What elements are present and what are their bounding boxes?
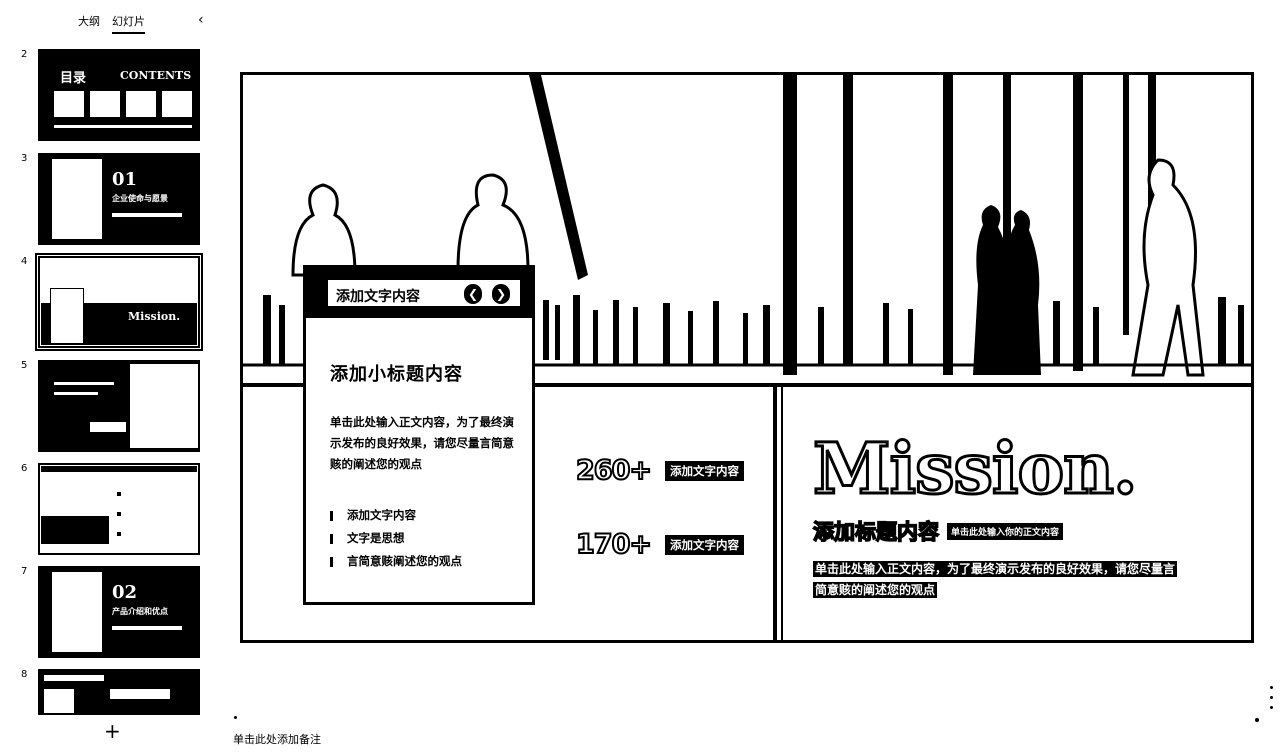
card-subtitle: 添加小标题内容 xyxy=(330,364,463,385)
card-header: 添加文字内容 ❮ ❯ xyxy=(306,268,532,318)
thumbnail-bullet xyxy=(116,511,122,517)
chevron-right-icon[interactable]: ❯ xyxy=(492,284,510,304)
slide-panel: 大纲 幻灯片 ‹ 2 目录 CONTENTS 3 01 企业使命与愿景 4 Mi… xyxy=(0,0,218,755)
stat-item: 170+ 添加文字内容 xyxy=(575,528,744,561)
info-card: 添加文字内容 ❮ ❯ 添加小标题内容 单击此处输入正文内容，为了最终演示发布的良… xyxy=(303,265,535,605)
thumbnail-number: 8 xyxy=(21,669,28,680)
thumbnail-slide-5[interactable] xyxy=(38,360,200,452)
thumbnail-photo xyxy=(44,689,74,713)
thumbnail-header xyxy=(40,465,198,473)
add-slide-button[interactable]: + xyxy=(104,719,121,743)
thumbnail-bullet xyxy=(116,491,122,497)
stat-item: 260+ 添加文字内容 xyxy=(575,454,744,487)
thumbnail-row: 2 目录 CONTENTS xyxy=(0,49,218,141)
thumbnail-title: 01 xyxy=(112,169,138,190)
title-row: 添加标题内容 单击此处输入你的正文内容 xyxy=(812,516,1064,546)
mission-heading: Mission. xyxy=(811,426,1138,512)
chevron-left-icon[interactable]: ❮ xyxy=(464,284,482,304)
tab-slides[interactable]: 幻灯片 xyxy=(112,13,145,34)
stat-label: 添加文字内容 xyxy=(664,534,744,555)
thumbnail-line xyxy=(54,125,192,128)
list-item: 言简意赅阐述您的观点 xyxy=(330,550,462,573)
thumbnail-line xyxy=(112,213,182,217)
list-item: 添加文字内容 xyxy=(330,504,462,527)
thumbnail-row: 4 Mission. xyxy=(0,253,218,351)
column xyxy=(1123,75,1129,335)
tab-outline[interactable]: 大纲 xyxy=(78,13,100,34)
thumbnail-title: 02 xyxy=(112,582,138,603)
thumbnail-row: 5 xyxy=(0,360,218,452)
thumbnail-card xyxy=(50,288,84,344)
body-text: 单击此处输入正文内容，为了最终演示发布的良好效果，请您尽量言简意赅的阐述您的观点 xyxy=(813,559,1185,601)
column xyxy=(783,75,797,375)
thumbnail-slide-3[interactable]: 01 企业使命与愿景 xyxy=(38,153,200,245)
card-list: 添加文字内容 文字是思想 言简意赅阐述您的观点 xyxy=(330,504,462,573)
thumbnail-block xyxy=(90,91,120,117)
thumbnail-line xyxy=(54,392,98,395)
thumbnail-slide-7[interactable]: 02 产品介绍和优点 xyxy=(38,566,200,658)
list-item-label: 添加文字内容 xyxy=(347,508,416,522)
thumbnail-subtitle: 产品介绍和优点 xyxy=(112,606,168,616)
body-text-content: 单击此处输入正文内容，为了最终演示发布的良好效果，请您尽量言简意赅的阐述您的观点 xyxy=(813,561,1178,598)
stat-value: 170+ xyxy=(575,528,653,561)
view-tabs: 大纲 幻灯片 xyxy=(78,13,145,34)
thumbnail-number: 7 xyxy=(21,566,28,577)
thumbnail-photo xyxy=(130,364,198,448)
thumbnail-line xyxy=(112,626,182,630)
thumbnail-photo xyxy=(52,159,102,239)
thumbnail-slide-4[interactable]: Mission. xyxy=(35,253,203,351)
thumbnail-subtitle: 企业使命与愿景 xyxy=(112,193,168,203)
thumbnail-block xyxy=(162,91,192,117)
card-header-label: 添加文字内容 xyxy=(336,289,420,305)
thumbnail-block xyxy=(90,422,126,432)
thumbnail-row: 7 02 产品介绍和优点 xyxy=(0,566,218,658)
thumbnail-row: 6 xyxy=(0,463,218,555)
thumbnail-number: 2 xyxy=(21,49,28,60)
thumbnail-line xyxy=(54,382,114,385)
thumbnail-number: 4 xyxy=(21,256,28,267)
resize-handle[interactable] xyxy=(1255,718,1259,722)
scroll-indicator[interactable] xyxy=(1270,686,1276,716)
notes-marker xyxy=(234,716,237,719)
thumbnail-slide-2[interactable]: 目录 CONTENTS xyxy=(38,49,200,141)
thumbnail-subtitle: CONTENTS xyxy=(120,69,192,82)
card-header-box: 添加文字内容 ❮ ❯ xyxy=(326,278,522,308)
thumbnail-slide-6[interactable] xyxy=(38,463,200,555)
slide-canvas[interactable]: 260+ 添加文字内容 170+ 添加文字内容 Mission. 添加标题内容 … xyxy=(240,72,1254,643)
mission-section: Mission. 添加标题内容 单击此处输入你的正文内容 单击此处输入正文内容，… xyxy=(781,387,1251,640)
title-tag: 单击此处输入你的正文内容 xyxy=(947,522,1064,540)
chevron-left-icon[interactable]: ‹ xyxy=(198,12,204,28)
thumbnail-title: Mission. xyxy=(128,310,181,323)
thumbnail-block xyxy=(126,91,156,117)
notes-input[interactable]: 单击此处添加备注 xyxy=(233,731,321,747)
section-title: 添加标题内容 xyxy=(812,518,940,545)
thumbnail-block xyxy=(54,91,84,117)
thumbnail-row: 3 01 企业使命与愿景 xyxy=(0,153,218,245)
thumbnail-block xyxy=(110,689,170,699)
list-item: 文字是思想 xyxy=(330,527,462,550)
thumbnail-number: 3 xyxy=(21,153,28,164)
thumbnail-photo xyxy=(52,572,102,652)
card-body: 单击此处输入正文内容，为了最终演示发布的良好效果，请您尽量言简意赅的阐述您的观点 xyxy=(330,415,514,471)
thumbnail-bullet xyxy=(116,531,122,537)
thumbnail-title: 目录 xyxy=(60,71,87,86)
list-item-label: 文字是思想 xyxy=(347,531,405,545)
thumbnail-line xyxy=(44,675,104,681)
thumbnail-slide-8[interactable] xyxy=(38,669,200,715)
thumbnail-number: 5 xyxy=(21,360,28,371)
bullet-icon xyxy=(330,556,337,567)
stat-value: 260+ xyxy=(575,454,653,487)
column xyxy=(943,75,953,375)
thumbnail-number: 6 xyxy=(21,463,28,474)
bullet-icon xyxy=(330,510,337,521)
stat-label: 添加文字内容 xyxy=(664,460,744,481)
bullet-icon xyxy=(330,533,337,544)
list-item-label: 言简意赅阐述您的观点 xyxy=(347,554,462,568)
column xyxy=(1073,75,1083,371)
column xyxy=(843,75,853,365)
thumbnail-row: 8 xyxy=(0,669,218,715)
thumbnail-block xyxy=(40,515,110,545)
